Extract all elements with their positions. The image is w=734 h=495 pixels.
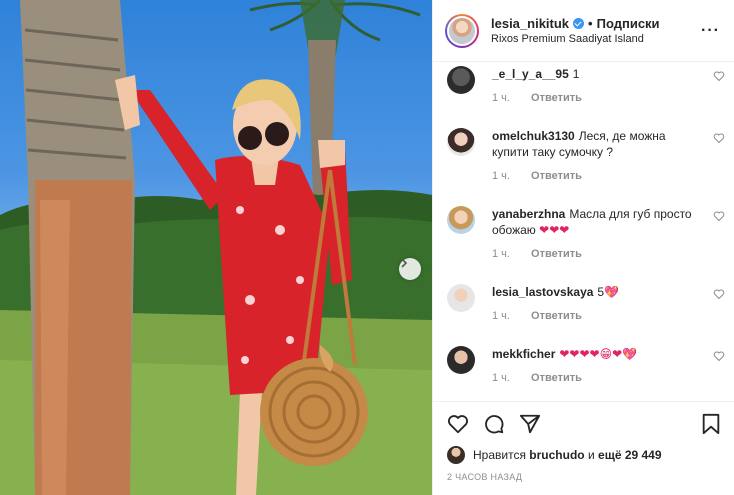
comment-item: yanaberzhna Масла для губ просто обожаю ❤… xyxy=(447,206,725,260)
reply-button[interactable]: Ответить xyxy=(531,170,582,182)
comment-emoji: 💖 xyxy=(604,285,620,299)
commenter-avatar[interactable] xyxy=(447,206,475,234)
post-header: lesia_nikituk • Подписки Rixos Premium S… xyxy=(433,0,734,62)
comment-username[interactable]: lesia_lastovskaya xyxy=(492,285,593,299)
reply-button[interactable]: Ответить xyxy=(531,372,582,384)
likes-summary: Нравится bruchudo и ещё 29 449 xyxy=(447,446,721,464)
liker-avatar[interactable] xyxy=(447,446,465,464)
heart-icon[interactable] xyxy=(713,350,725,362)
comment-item: omelchuk3130 Леся, де можна купити таку с… xyxy=(447,128,725,182)
next-photo-button[interactable] xyxy=(399,258,421,280)
comment-username[interactable]: _e_l_y_a__95 xyxy=(492,67,569,81)
comment-time: 1 ч. xyxy=(492,170,510,182)
author-username[interactable]: lesia_nikituk xyxy=(491,16,569,31)
separator-dot: • xyxy=(588,16,593,31)
post-view: lesia_nikituk • Подписки Rixos Premium S… xyxy=(0,0,734,495)
author-avatar[interactable] xyxy=(445,13,479,48)
reply-button[interactable]: Ответить xyxy=(531,248,582,260)
likes-prefix: Нравится xyxy=(473,448,526,462)
commenter-avatar[interactable] xyxy=(447,66,475,94)
comment-emoji: ❤❤❤ xyxy=(539,223,570,237)
reply-button[interactable]: Ответить xyxy=(531,310,582,322)
reply-button[interactable]: Ответить xyxy=(531,92,582,104)
bookmark-icon[interactable] xyxy=(701,413,721,435)
heart-icon[interactable] xyxy=(713,210,725,222)
comment-icon[interactable] xyxy=(483,413,505,435)
follow-status-button[interactable]: Подписки xyxy=(597,16,660,31)
comment-item: mekkficher ❤❤❤❤😁❤💖 1 ч. Ответить xyxy=(447,346,725,384)
photo-illustration xyxy=(0,0,432,495)
share-icon[interactable] xyxy=(519,413,541,435)
comment-username[interactable]: mekkficher xyxy=(492,347,555,361)
post-timestamp[interactable]: 2 ЧАСОВ НАЗАД xyxy=(447,472,721,482)
post-actions: Нравится bruchudo и ещё 29 449 2 ЧАСОВ Н… xyxy=(433,401,734,482)
post-side-panel: lesia_nikituk • Подписки Rixos Premium S… xyxy=(432,0,734,495)
commenter-avatar[interactable] xyxy=(447,284,475,312)
verified-icon xyxy=(573,18,585,29)
heart-icon[interactable] xyxy=(447,413,469,435)
heart-icon[interactable] xyxy=(713,70,725,82)
comment-time: 1 ч. xyxy=(492,92,510,104)
commenter-avatar[interactable] xyxy=(447,128,475,156)
comment-username[interactable]: omelchuk3130 xyxy=(492,129,575,143)
comment-text: 1 xyxy=(572,67,580,81)
comment-emoji: ❤❤❤❤😁❤💖 xyxy=(559,347,638,361)
commenter-avatar[interactable] xyxy=(447,346,475,374)
comments-list[interactable]: _e_l_y_a__95 1 1 ч. Ответить omelchuk3130… xyxy=(433,62,734,401)
heart-icon[interactable] xyxy=(713,288,725,300)
chevron-right-icon xyxy=(401,258,408,268)
liker-username[interactable]: bruchudo xyxy=(529,448,584,462)
comment-item: _e_l_y_a__95 1 1 ч. Ответить xyxy=(447,66,725,104)
post-location[interactable]: Rixos Premium Saadiyat Island xyxy=(491,33,701,45)
comment-time: 1 ч. xyxy=(492,310,510,322)
comment-time: 1 ч. xyxy=(492,372,510,384)
likes-count[interactable]: ещё 29 449 xyxy=(598,448,662,462)
post-photo[interactable] xyxy=(0,0,432,495)
comment-item: lesia_lastovskaya 5💖 1 ч. Ответить xyxy=(447,284,725,322)
more-options-icon[interactable]: ··· xyxy=(701,22,720,40)
likes-and: и xyxy=(587,448,595,462)
comment-time: 1 ч. xyxy=(492,248,510,260)
comment-username[interactable]: yanaberzhna xyxy=(492,207,565,221)
heart-icon[interactable] xyxy=(713,132,725,144)
